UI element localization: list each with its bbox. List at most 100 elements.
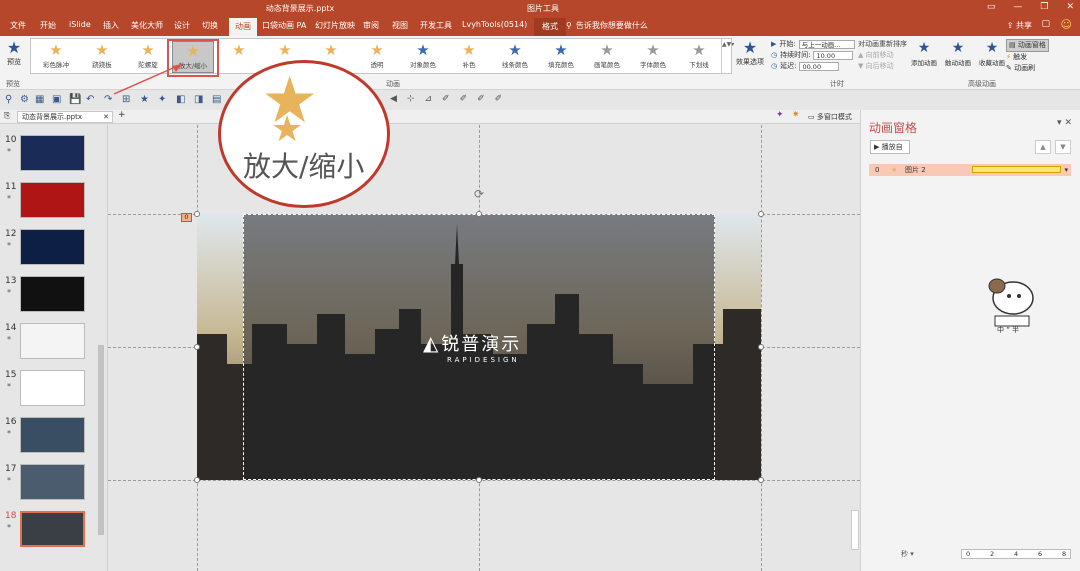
resize-handle[interactable] [758, 477, 764, 483]
close-icon[interactable]: ✕ [1066, 2, 1074, 12]
preview-button[interactable]: ★ 预览 [2, 39, 26, 67]
delay-input[interactable]: 00.00 [799, 62, 840, 71]
tab-2[interactable]: iSlide [69, 20, 91, 29]
effect-options-button[interactable]: ★ 效果选项 [735, 39, 765, 67]
collect-animation-button[interactable]: ★ 收藏动画 [976, 39, 1008, 67]
timeline-ruler[interactable]: 0 2 4 6 8 [961, 549, 1071, 559]
slide-thumbnail[interactable] [20, 182, 85, 218]
eyedropper-icon[interactable]: ✐ [460, 94, 468, 104]
duration-input[interactable]: 10.00 [813, 51, 854, 60]
resize-handle[interactable] [758, 344, 764, 350]
resize-handle[interactable] [194, 211, 200, 217]
gallery-scroll[interactable]: ▲▼▾ [721, 39, 734, 73]
effect-item-13[interactable]: ★ 字体颜色 [632, 41, 674, 73]
effect-item-8[interactable]: ★ 对象颜色 [402, 41, 444, 73]
tab-12[interactable]: 开发工具 [420, 20, 452, 31]
animation-list-item[interactable]: 0 ★ 图片 2 ▾ [869, 164, 1071, 176]
rotate-handle-icon[interactable]: ⟳ [474, 187, 484, 201]
tab-0[interactable]: 文件 [10, 20, 26, 31]
animation-pane-button[interactable]: ▤ 动画窗格 [1006, 39, 1049, 52]
tab-8[interactable]: 口袋动画 PA [262, 20, 306, 31]
plugin-icon[interactable]: ✦ [776, 110, 784, 120]
slide-thumbnail[interactable] [20, 135, 85, 171]
trigger-animation-button[interactable]: ★ 触动动画 [942, 39, 974, 67]
play-from-button[interactable]: ▶ 播放自 [870, 140, 910, 154]
tab-14[interactable]: 格式 [534, 18, 566, 36]
undo-icon[interactable]: ↶ [86, 94, 94, 105]
tool-icon[interactable]: ▣ [52, 94, 61, 105]
effect-item-14[interactable]: ★ 下划线 [678, 41, 720, 73]
move-up-button[interactable]: ▲ [1035, 140, 1051, 154]
effect-item-0[interactable]: ★ 彩色脉冲 [35, 41, 77, 73]
slide-thumbnail[interactable] [20, 370, 85, 406]
tab-10[interactable]: 审阅 [363, 20, 379, 31]
tab-7[interactable]: 动画 [229, 18, 257, 36]
item-dropdown-icon[interactable]: ▾ [1064, 164, 1068, 176]
tab-11[interactable]: 视图 [392, 20, 408, 31]
effect-item-12[interactable]: ★ 画笔颜色 [586, 41, 628, 73]
animation-pane: 动画窗格 ▾ ✕ ▶ 播放自 ▲ ▼ 0 ★ 图片 2 ▾ 中 ” 半 秒 ▾ … [860, 110, 1080, 571]
smiley-icon[interactable]: ☺ [1061, 18, 1072, 31]
tab-13[interactable]: LvyhTools(0514) [462, 20, 527, 29]
slide[interactable]: ◭ 锐普演示 RAPIDESIGN [197, 214, 761, 480]
tab-1[interactable]: 开始 [40, 20, 56, 31]
slide-thumbnail[interactable] [20, 276, 85, 312]
effect-item-10[interactable]: ★ 线条颜色 [494, 41, 536, 73]
seconds-dropdown[interactable]: 秒 ▾ [901, 549, 914, 559]
tool-icon[interactable]: ◀ [390, 94, 397, 104]
resize-handle[interactable] [194, 477, 200, 483]
scrollbar-thumb[interactable] [98, 345, 104, 535]
dropdown-icon[interactable]: ▾ [1057, 118, 1062, 128]
resize-handle[interactable] [758, 211, 764, 217]
slide-thumbnail[interactable] [20, 229, 85, 265]
tab-9[interactable]: 幻灯片放映 [315, 20, 355, 31]
eyedropper-icon[interactable]: ✐ [442, 94, 450, 104]
new-doc-icon[interactable]: ⎘ [4, 111, 10, 121]
move-earlier-button[interactable]: ▲ 向前移动 [858, 50, 907, 61]
eyedropper-icon[interactable]: ✐ [495, 94, 503, 104]
trigger-button[interactable]: ⚡ 触发 [1006, 52, 1049, 63]
logo-mark-icon: ◭ [423, 331, 439, 355]
tool-icon[interactable]: ▦ [35, 94, 44, 105]
document-tab[interactable]: 动态背景展示.pptx ✕ [17, 111, 113, 123]
tab-4[interactable]: 美化大师 [131, 20, 163, 31]
slide-thumbnail[interactable] [20, 511, 85, 547]
resize-handle[interactable] [194, 344, 200, 350]
add-animation-button[interactable]: ★ 添加动画 [908, 39, 940, 67]
minimize-icon[interactable]: — [1013, 2, 1022, 12]
tell-me-search[interactable]: ⚲ 告诉我你想要做什么 [566, 20, 648, 31]
effect-item-7[interactable]: ★ 透明 [356, 41, 398, 73]
restore-icon[interactable]: ❐ [1040, 2, 1048, 12]
tool-icon[interactable]: ⊹ [407, 94, 415, 104]
tab-6[interactable]: 切换 [202, 20, 218, 31]
tool-icon[interactable]: ⊿ [424, 94, 432, 104]
eyedropper-icon[interactable]: ✐ [477, 94, 485, 104]
canvas-scrollbar[interactable] [851, 510, 859, 550]
move-down-button[interactable]: ▼ [1055, 140, 1071, 154]
save-icon[interactable]: 💾 [69, 94, 81, 105]
slide-thumbnail[interactable] [20, 417, 85, 453]
tool-icon[interactable]: ⚙ [20, 94, 29, 105]
ribbon-display-icon[interactable]: ▭ [987, 2, 996, 12]
close-icon[interactable]: ✕ [1064, 118, 1072, 128]
tool-icon[interactable]: ⚲ [5, 94, 12, 105]
effect-item-11[interactable]: ★ 填充颜色 [540, 41, 582, 73]
start-select[interactable]: 与上一动画... [798, 40, 855, 49]
resize-handle[interactable] [476, 477, 482, 483]
tab-3[interactable]: 插入 [103, 20, 119, 31]
tab-5[interactable]: 设计 [174, 20, 190, 31]
thumbnail-scrollbar[interactable] [97, 125, 105, 571]
animation-order-tag[interactable]: 0 [181, 213, 192, 222]
share-button[interactable]: ⇪ 共享 [1007, 20, 1032, 31]
resize-handle[interactable] [476, 211, 482, 217]
settings-icon[interactable]: ✷ [792, 110, 800, 120]
close-tab-icon[interactable]: ✕ [103, 112, 109, 122]
effect-item-9[interactable]: ★ 补色 [448, 41, 490, 73]
slide-thumbnail[interactable] [20, 323, 85, 359]
comment-icon[interactable]: ▢ [1041, 19, 1050, 29]
add-tab-icon[interactable]: + [118, 110, 126, 120]
animation-painter-button[interactable]: ✎ 动画刷 [1006, 63, 1049, 74]
multi-window-toggle[interactable]: ▭ 多窗口模式 [808, 112, 852, 122]
move-later-button[interactable]: ▼ 向后移动 [858, 61, 907, 72]
slide-thumbnail[interactable] [20, 464, 85, 500]
